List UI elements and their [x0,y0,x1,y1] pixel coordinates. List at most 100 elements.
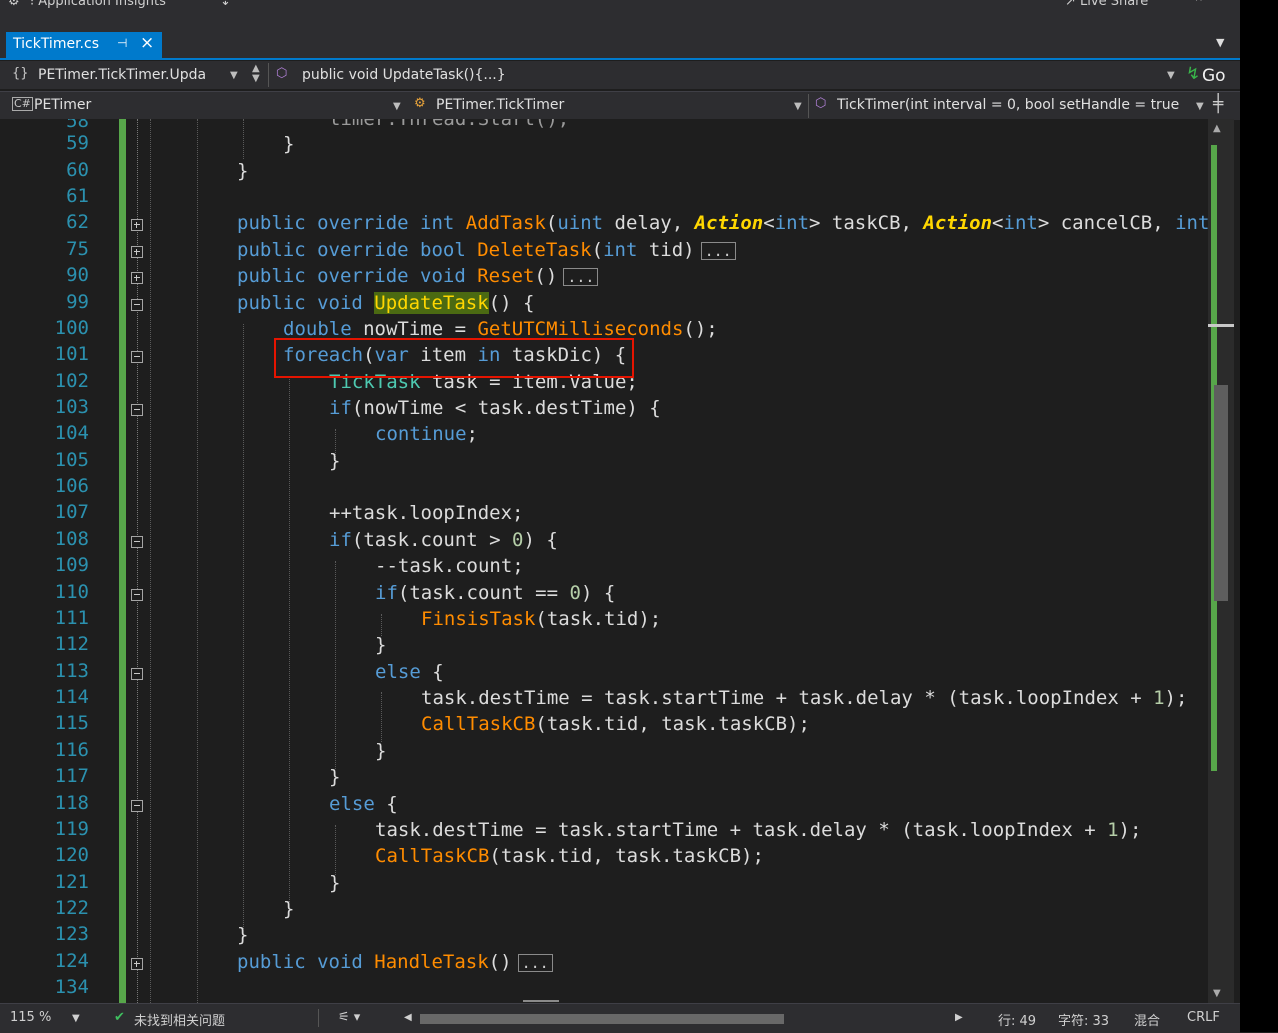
brush-icon[interactable]: ⚟ ▾ [338,1010,360,1025]
line-number: 123 [54,923,89,945]
code-line: public override bool DeleteTask(int tid)… [237,238,736,262]
code-text: > taskCB, [809,212,924,234]
expand-icon[interactable] [131,272,143,284]
scroll-down-icon[interactable]: ▼ [1213,988,1221,999]
line-number: 121 [54,871,89,893]
window-edge [1240,0,1278,1032]
line-number: 61 [66,185,89,207]
navigation-bar-top: {} PETimer.TickTimer.Upda ▼ ▲ ▼ ⬡ public … [0,61,1240,89]
collapse-icon[interactable] [131,404,143,416]
method-name: DeleteTask [477,239,592,261]
tab-underline [0,58,1240,60]
keyword: continue [375,423,467,445]
line-number: 134 [54,976,89,998]
line-number: 118 [54,792,89,814]
gear-icon[interactable]: ⚙ [8,0,20,9]
code-line: } [375,634,387,656]
line-number: 111 [54,607,89,629]
code-text: () [534,265,558,287]
code-editor[interactable]: 58 59 60 61 62 75 90 99 100 101 102 103 … [0,119,1208,1003]
expand-icon[interactable] [131,246,143,258]
collapsed-region-button[interactable]: ... [517,953,553,972]
line-number: 101 [54,343,89,365]
application-insights-button[interactable]: ⁝ Application Insights [30,0,166,9]
class-dropdown[interactable]: PETimer.TickTimer [436,97,564,113]
title-bar: ⚙ ⁝ Application Insights ⇣ ↗ Live Share … [0,0,1240,16]
code-line: } [237,924,249,946]
member-dropdown[interactable]: public void UpdateTask(){...} [302,67,506,83]
collapse-icon[interactable] [131,668,143,680]
chevron-down-icon[interactable]: ▼ [1167,70,1175,81]
code-line: else { [329,792,398,816]
scroll-right-icon[interactable]: ▶ [955,1012,963,1023]
collapse-icon[interactable] [131,299,143,311]
tab-list-dropdown-icon[interactable]: ▼ [1216,36,1224,49]
issues-status[interactable]: 未找到相关问题 [134,1010,225,1029]
chevron-down-icon[interactable]: ▼ [393,101,401,112]
spin-icon[interactable]: ▲ ▼ [252,64,260,84]
expand-icon[interactable] [131,958,143,970]
keyword: else [329,793,375,815]
chevron-down-icon[interactable]: ▼ [794,101,802,112]
type-name: Action [694,212,764,234]
go-label: Go [1202,66,1226,86]
tab-ticktimer-cs[interactable]: TickTimer.cs ⊣ × [6,32,162,58]
code-text: nowTime = [351,318,478,340]
close-icon[interactable]: × [140,33,154,53]
zoom-level-dropdown[interactable]: 115 % [10,1010,51,1025]
keyword: int [1003,212,1038,234]
line-number: 116 [54,739,89,761]
code-line: } [237,160,249,182]
line-number: 110 [54,581,89,603]
expand-icon[interactable] [131,219,143,231]
code-line: if(task.count == 0) { [375,581,615,605]
code-line: public void HandleTask()... [237,950,553,974]
collapse-icon[interactable] [131,589,143,601]
separator [268,63,269,87]
type-name: Action [923,212,993,234]
scroll-left-icon[interactable]: ◀ [404,1012,412,1023]
separator [318,1009,319,1027]
collapsed-region-button[interactable]: ... [563,267,599,286]
mode-indicator[interactable]: 混合 [1134,1010,1160,1029]
code-text: delay, [603,212,695,234]
code-text: (task.tid, task.taskCB); [535,713,810,735]
code-text: task.destTime = task.startTime + task.de… [421,687,1154,709]
collapsed-region-button[interactable]: ... [700,241,736,260]
line-number: 62 [66,211,89,233]
go-button[interactable]: ↯ Go [1183,63,1235,89]
chevron-down-icon[interactable]: ▼ [230,70,238,81]
keyword: public override bool [237,239,478,261]
chevron-down-icon[interactable]: ▼ [1196,101,1204,112]
collapse-icon[interactable] [131,536,143,548]
method-name: Reset [477,265,535,287]
account-icon[interactable]: ᴬ [1196,0,1202,9]
keyword: int [1175,212,1208,234]
char-indicator[interactable]: 字符: 33 [1058,1010,1109,1029]
horizontal-scroll-thumb[interactable] [420,1014,784,1024]
code-text: ) { [580,582,616,604]
scope-dropdown[interactable]: PETimer.TickTimer.Upda [38,67,206,83]
line-ending-indicator[interactable]: CRLF [1187,1010,1220,1025]
collapse-icon[interactable] [131,800,143,812]
project-dropdown[interactable]: PETimer [34,97,91,113]
chevron-down-icon[interactable]: ▼ [72,1013,80,1024]
split-window-icon[interactable]: ╪ [1213,94,1223,114]
code-text: ( [545,212,558,234]
line-indicator[interactable]: 行: 49 [998,1010,1036,1029]
code-line: ++task.loopIndex; [329,502,524,524]
collapse-icon[interactable] [131,351,143,363]
scroll-up-icon[interactable]: ▲ [1213,123,1221,134]
number-literal: 0 [569,582,581,604]
member-dropdown-2[interactable]: TickTimer(int interval = 0, bool setHand… [837,97,1189,113]
keyword: else [375,661,421,683]
collapsed-region-edge [523,1000,559,1002]
code-line: public override void Reset()... [237,264,599,288]
live-share-button[interactable]: ↗ Live Share [1065,0,1148,9]
code-line: if(task.count > 0) { [329,528,558,552]
pin-icon[interactable]: ⊣ [117,36,127,50]
code-line: } [283,898,295,920]
document-tab-row [0,16,1240,58]
vertical-scroll-thumb[interactable] [1214,385,1228,601]
toolbar-overflow-icon[interactable]: ⇣ [220,0,231,9]
